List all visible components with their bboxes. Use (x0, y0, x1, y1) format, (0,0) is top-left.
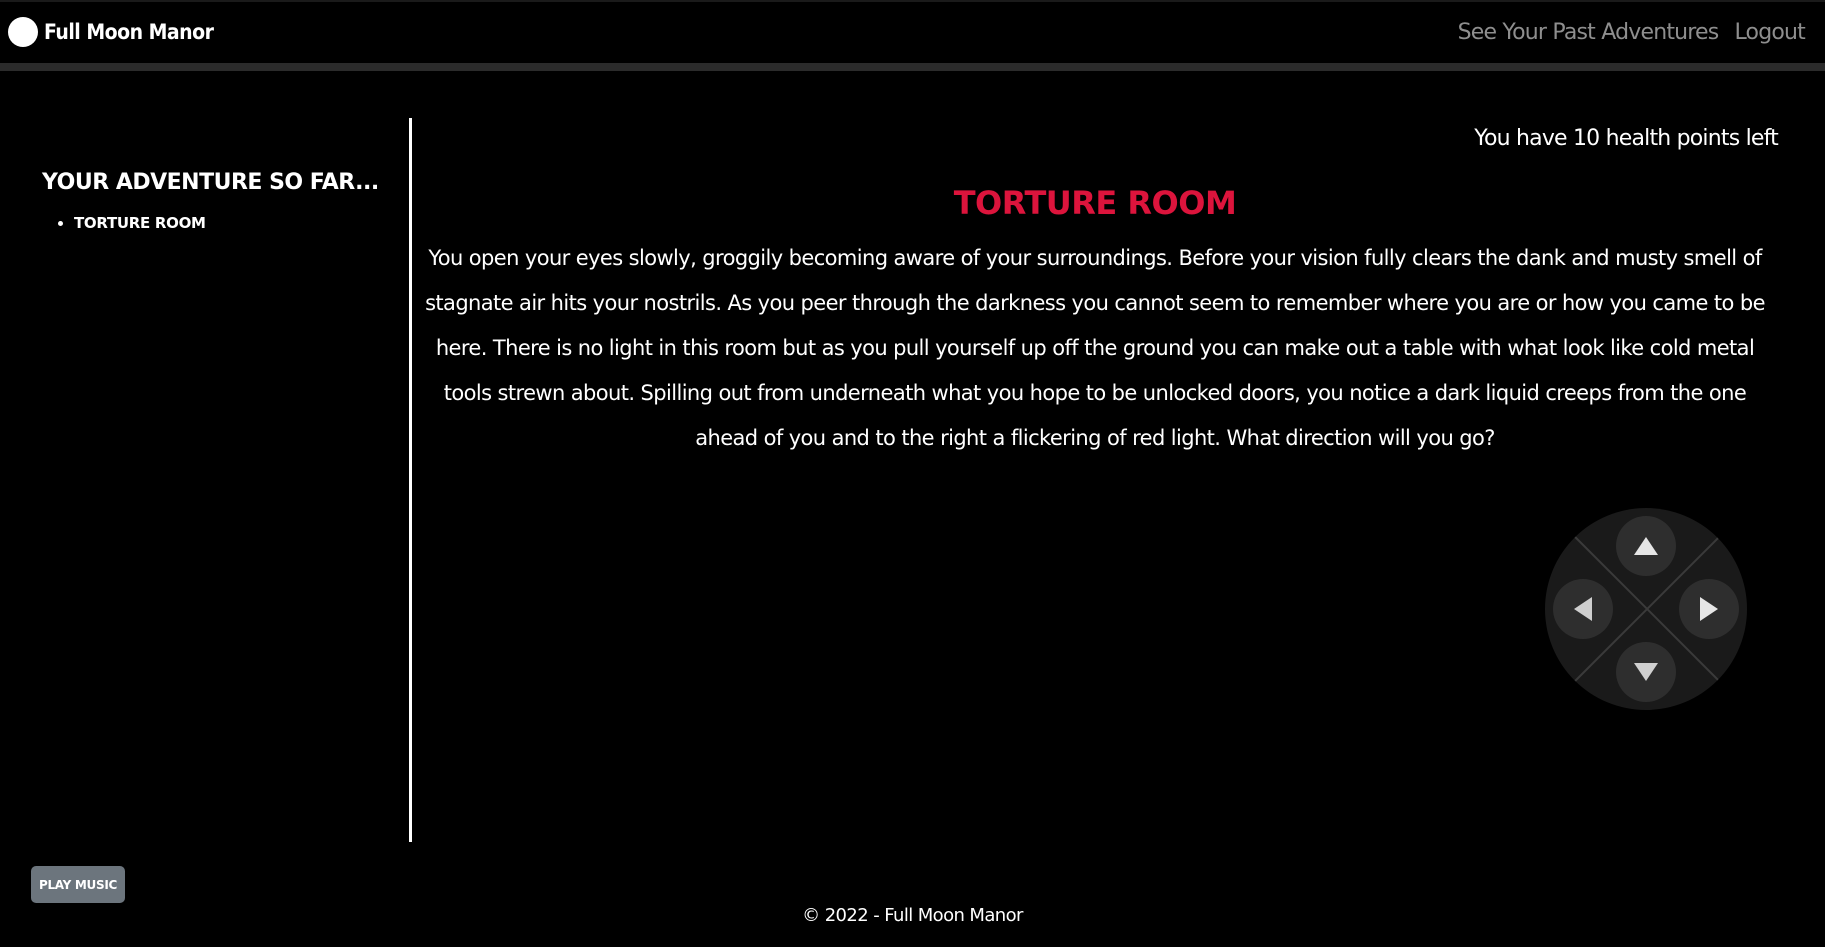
sidebar-title: Your Adventure So Far... (42, 170, 379, 195)
move-left-button[interactable] (1553, 579, 1613, 639)
health-points: You have 10 health points left (1474, 126, 1779, 151)
navbar: Full Moon Manor See Your Past Adventures… (0, 0, 1825, 63)
move-down-button[interactable] (1616, 642, 1676, 702)
main-content: You have 10 health points left Torture R… (412, 118, 1779, 842)
arrow-down-icon (1634, 663, 1658, 681)
history-item: Torture Room (74, 214, 206, 232)
arrow-up-icon (1634, 537, 1658, 555)
direction-pad (1545, 508, 1747, 710)
navbar-divider (0, 63, 1825, 71)
move-up-button[interactable] (1616, 516, 1676, 576)
logout-link[interactable]: Logout (1734, 20, 1805, 45)
play-music-button[interactable]: Play Music (31, 866, 125, 903)
adventure-sidebar: Your Adventure So Far... Torture Room (0, 118, 410, 842)
adventure-history-list: Torture Room (56, 214, 206, 232)
room-title: Torture Room (953, 184, 1237, 222)
nav-links: See Your Past Adventures Logout (1458, 20, 1806, 45)
brand-link[interactable]: Full Moon Manor (8, 17, 214, 47)
room-description: You open your eyes slowly, groggily beco… (425, 246, 1765, 450)
arrow-right-icon (1700, 597, 1718, 621)
move-right-button[interactable] (1679, 579, 1739, 639)
brand-name: Full Moon Manor (44, 20, 214, 44)
footer-copyright: © 2022 - Full Moon Manor (802, 905, 1023, 926)
past-adventures-link[interactable]: See Your Past Adventures (1458, 20, 1720, 45)
moon-icon (8, 17, 38, 47)
arrow-left-icon (1574, 597, 1592, 621)
